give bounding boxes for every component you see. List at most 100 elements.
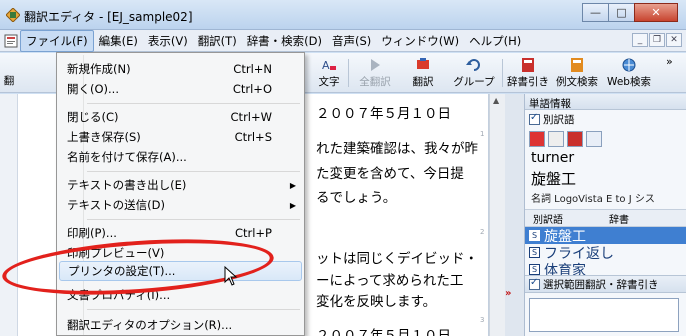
example-search-button[interactable]: 例文検索 <box>552 55 602 91</box>
menu-item-label: テキストの送信(D) <box>67 198 165 212</box>
menu-item-send-text[interactable]: テキストの送信(D) ▶ <box>59 195 302 215</box>
menu-item-label: 印刷(P)... <box>67 226 117 240</box>
close-button[interactable]: ✕ <box>634 3 678 22</box>
alternative-item[interactable]: S 旋盤工 <box>525 227 686 245</box>
dictionary-lookup-button[interactable]: 辞書引き <box>506 55 550 91</box>
dictionary-icon[interactable] <box>567 131 583 147</box>
menu-separator <box>87 103 300 104</box>
app-icon <box>6 8 20 22</box>
web-search-button[interactable]: Web検索 <box>604 55 654 91</box>
alternatives-header: 別訳語 辞書 <box>525 209 686 227</box>
menu-item-new[interactable]: 新規作成(N) Ctrl+N <box>59 59 302 79</box>
menu-item-label: 閉じる(C) <box>67 110 119 124</box>
dict-source-icon: S <box>529 230 540 241</box>
toolbar-partial-button[interactable]: 翻 <box>2 55 16 91</box>
mdi-restore-button[interactable]: ❐ <box>649 33 665 47</box>
group-button[interactable]: グループ <box>452 55 496 91</box>
menu-item-shortcut: Ctrl+N <box>233 62 272 76</box>
alternative-item[interactable]: S フライ返し <box>525 244 686 262</box>
doc-line: た変更を含めて、今日提 <box>316 166 464 182</box>
window-title: 翻訳エディタ - [EJ_sample02] <box>24 10 193 24</box>
menu-edit[interactable]: 編集(E) <box>94 31 143 51</box>
translate-button[interactable]: 翻訳 <box>406 55 440 91</box>
menu-bar: ファイル(F) 編集(E) 表示(V) 翻訳(T) 辞書・検索(D) 音声(S)… <box>0 29 686 52</box>
mdi-minimize-button[interactable]: _ <box>632 33 648 47</box>
dictionary-lookup-label: 辞書引き <box>507 76 549 88</box>
col-dictionary[interactable]: 辞書 <box>601 211 637 226</box>
toolbar-overflow-button[interactable]: » <box>666 55 673 68</box>
menu-item-label: テキストの書き出し(E) <box>67 178 187 192</box>
menu-item-close[interactable]: 閉じる(C) Ctrl+W <box>59 107 302 127</box>
menu-item-label: 新規作成(N) <box>67 62 131 76</box>
mdi-close-button[interactable]: ✕ <box>666 33 682 47</box>
splitter[interactable] <box>505 94 524 336</box>
translate-icon <box>417 58 429 69</box>
menu-item-save[interactable]: 上書き保存(S) Ctrl+S <box>59 127 302 147</box>
menu-item-export-text[interactable]: テキストの書き出し(E) ▶ <box>59 175 302 195</box>
doc-line: ２００７年５月１０日 <box>316 106 451 122</box>
menu-help[interactable]: ヘルプ(H) <box>464 31 526 51</box>
flag-icon[interactable] <box>529 131 545 147</box>
dict-source-icon: S <box>529 247 540 258</box>
menu-item-label: 翻訳エディタのオプション(R)... <box>67 318 233 332</box>
menu-dictionary[interactable]: 辞書・検索(D) <box>242 31 327 51</box>
menu-translate[interactable]: 翻訳(T) <box>193 31 242 51</box>
range-lookup-label: 選択範囲翻訳・辞書引き <box>543 278 659 291</box>
checkbox-icon[interactable] <box>529 112 540 125</box>
menu-item-shortcut: Ctrl+O <box>232 82 272 96</box>
play-icon <box>371 59 380 71</box>
menu-item-shortcut: Ctrl+P <box>234 226 272 240</box>
part-of-speech: 名詞 LogoVista E to J シス <box>531 194 655 205</box>
doc-line: るでしょう。 <box>316 190 397 206</box>
text-button-label: 文字 <box>318 76 340 88</box>
scroll-up-icon[interactable]: ▲ <box>493 96 499 105</box>
menu-item-label: 名前を付けて保存(A)... <box>67 150 187 164</box>
toolbar-separator <box>502 59 503 87</box>
translate-all-button[interactable]: 全翻訳 <box>354 55 396 91</box>
example-search-label: 例文検索 <box>556 76 598 88</box>
alt-words-label: 別訳語 <box>543 114 575 126</box>
edit-icon[interactable] <box>586 131 602 147</box>
text-format-icon: A <box>322 59 336 72</box>
globe-icon <box>622 58 636 72</box>
undo-group-icon <box>466 59 480 71</box>
menu-item-label: 上書き保存(S) <box>67 130 141 144</box>
document-icon[interactable] <box>4 34 18 48</box>
menu-item-label: 開く(O)... <box>67 82 119 96</box>
doc-line: ットは同じくデイビッド・ <box>316 251 478 267</box>
paragraph-number: 2 <box>480 228 485 236</box>
collapse-markers[interactable]: » <box>505 288 511 299</box>
group-label: グループ <box>453 76 495 88</box>
menu-item-options[interactable]: 翻訳エディタのオプション(R)... <box>59 315 302 335</box>
dictionary-icon <box>522 58 534 72</box>
maximize-button[interactable]: □ <box>608 3 635 22</box>
col-alt-words[interactable]: 別訳語 <box>525 211 571 226</box>
web-search-label: Web検索 <box>607 76 651 88</box>
document-scrollbar[interactable]: ▲ <box>489 94 505 336</box>
menu-item-save-as[interactable]: 名前を付けて保存(A)... <box>59 147 302 167</box>
menu-window[interactable]: ウィンドウ(W) <box>376 31 464 51</box>
menu-separator <box>87 171 300 172</box>
menu-audio[interactable]: 音声(S) <box>327 31 376 51</box>
range-lookup-checkbox[interactable]: 選択範囲翻訳・辞書引き <box>525 275 686 293</box>
menu-view[interactable]: 表示(V) <box>143 31 193 51</box>
mouse-cursor-icon <box>224 266 238 286</box>
checkbox-icon[interactable] <box>529 277 540 290</box>
text-button[interactable]: A 文字 <box>312 55 346 91</box>
menu-file[interactable]: ファイル(F) <box>20 29 94 52</box>
translate-all-label: 全翻訳 <box>359 76 391 88</box>
panel-header: 単語情報 <box>525 94 686 110</box>
submenu-arrow-icon: ▶ <box>289 180 296 190</box>
menu-item-shortcut: Ctrl+W <box>230 110 272 124</box>
lookup-input[interactable] <box>529 298 679 332</box>
menu-separator <box>87 309 300 310</box>
menu-item-open[interactable]: 開く(O)... Ctrl+O <box>59 79 302 99</box>
minimize-button[interactable]: — <box>582 3 609 22</box>
paragraph-number: 1 <box>480 130 485 138</box>
panel-toolbar <box>525 129 686 149</box>
translate-label: 翻訳 <box>412 76 434 88</box>
line-gutter <box>0 94 18 336</box>
alt-words-checkbox[interactable]: 別訳語 <box>525 110 686 129</box>
example-search-icon <box>571 58 583 72</box>
book-icon[interactable] <box>548 131 564 147</box>
